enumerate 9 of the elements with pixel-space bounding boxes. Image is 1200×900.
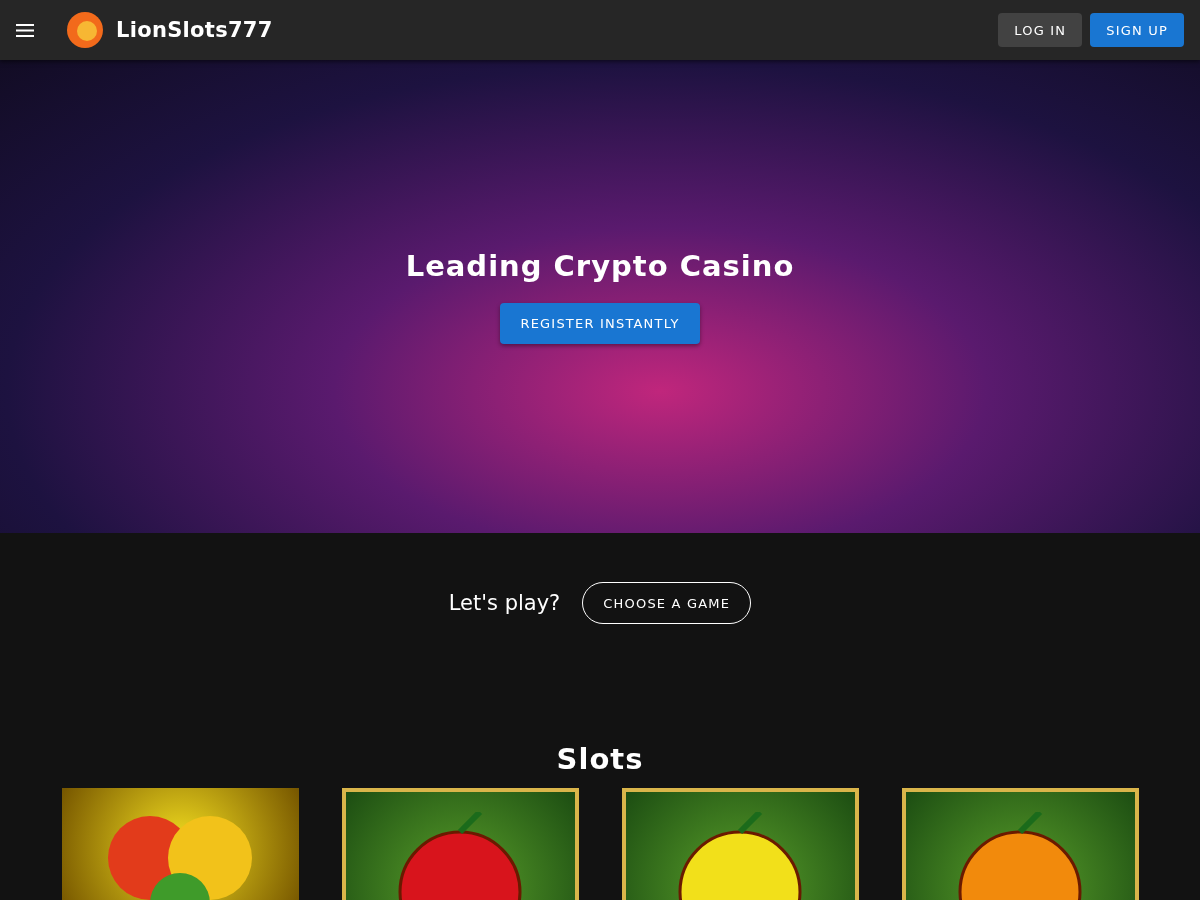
register-button[interactable]: REGISTER INSTANTLY [500, 303, 700, 344]
menu-icon[interactable] [16, 23, 34, 37]
play-prompt: Let's play? [448, 591, 561, 615]
brand-name: LionSlots777 [116, 18, 273, 42]
hero-title: Leading Crypto Casino [405, 249, 795, 283]
section-title: Slots [555, 742, 645, 776]
log-in-button[interactable]: LOG IN [998, 13, 1083, 47]
lion-logo-icon [66, 11, 104, 49]
sign-up-button[interactable]: SIGN UP [1090, 13, 1184, 47]
